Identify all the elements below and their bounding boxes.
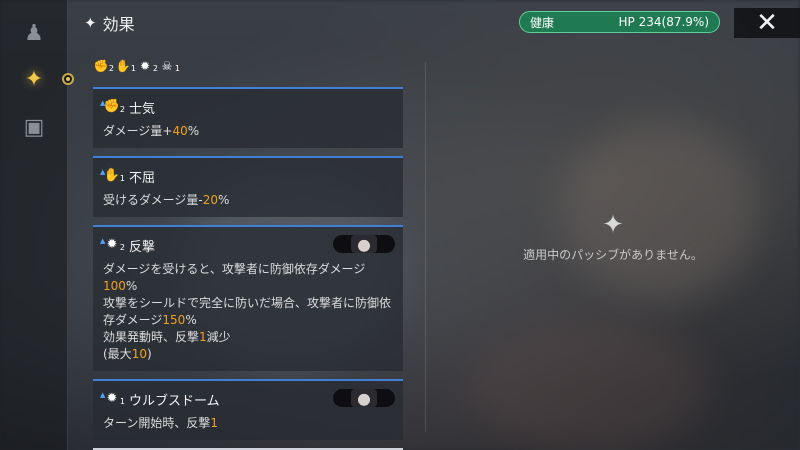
side-rail: ♟ ✦ ▣ <box>0 0 68 450</box>
effect-value: 20 <box>202 193 219 207</box>
summary-glyph: ☠ <box>161 59 173 73</box>
effect-text: ダメージを受けると、攻撃者に防御依存ダメージ <box>103 262 366 276</box>
effect-value: 10 <box>131 347 147 361</box>
hp-bar: 健康 HP 234(87.9%) <box>519 11 720 33</box>
effect-glyph: ✊ <box>103 99 121 114</box>
avatar <box>351 235 377 253</box>
morale-icon[interactable]: ✊ 2 <box>93 58 114 74</box>
effect-glyph: ✹ <box>106 237 118 252</box>
effect-name: ウルブスドーム <box>129 393 220 409</box>
hp-label: 健康 <box>530 15 555 30</box>
buff-up-icon: ▲ <box>100 168 106 176</box>
effect-summary: ✊ 2 ✋ 1 ✹ 2 ☠ 1 <box>93 58 180 74</box>
sparkle-icon[interactable]: ✦ <box>17 62 51 96</box>
summary-count: 1 <box>130 64 136 73</box>
effect-value: 40 <box>172 124 188 138</box>
effect-list[interactable]: ▲ ✊ 2 士気 ダメージ量+40% ▲ ✋ 1 不屈 受けるダメージ量-20% ▲ ✹ 2 反撃 ダメージ… <box>93 87 403 450</box>
effect-text: % <box>187 124 200 138</box>
active-indicator <box>62 73 74 85</box>
effect-text: 減少 <box>206 330 231 344</box>
empty-passive-message: 適用中のパッシブがありません。 <box>523 248 703 262</box>
summary-glyph: ✋ <box>115 59 131 73</box>
effect-card[interactable]: ▲ ✹ 1 ウルブスドーム ターン開始時、反撃1 <box>93 379 403 440</box>
effect-card-header: ▲ ✋ 1 不屈 <box>100 166 393 186</box>
effect-text: ターン開始時、反撃 <box>103 416 211 430</box>
effect-text: % <box>125 279 138 293</box>
effect-stack-count: 2 <box>119 243 125 252</box>
source-portrait[interactable] <box>333 235 395 253</box>
summary-count: 2 <box>108 64 114 73</box>
effect-description: ダメージ量+40% <box>103 123 393 140</box>
effect-stack-count: 1 <box>119 397 125 406</box>
effect-icon: ▲ ✊ 2 <box>100 98 125 116</box>
counter-icon[interactable]: ✹ 2 <box>137 58 158 74</box>
effect-text: % <box>218 193 230 207</box>
effect-icon: ▲ ✋ 1 <box>100 167 125 185</box>
effect-description: ダメージを受けると、攻撃者に防御依存ダメージ100% 攻撃をシールドで完全に防いだ… <box>103 261 393 363</box>
party-icon[interactable]: ♟ <box>17 16 51 50</box>
buff-up-icon: ▲ <box>100 237 106 245</box>
sparkle-icon: ✦ <box>602 210 624 240</box>
empty-passive-state: ✦ 適用中のパッシブがありません。 <box>426 210 800 263</box>
effect-stack-count: 2 <box>119 105 125 114</box>
effect-text: 攻撃をシールドで完全に防いだ場合、攻撃者に防御依存ダメージ <box>103 296 392 327</box>
effect-glyph: ✋ <box>103 168 121 183</box>
sparkle-icon: ✦ <box>84 14 97 32</box>
effect-name: 士気 <box>129 101 156 117</box>
page-title-text: 効果 <box>102 15 135 34</box>
close-button[interactable]: ✕ <box>734 8 800 38</box>
effect-icon: ▲ ✹ 1 <box>100 390 125 408</box>
cards-icon[interactable]: ▣ <box>17 110 51 144</box>
effect-value: 150 <box>162 313 186 327</box>
effect-text: 効果発動時、反撃 <box>103 330 200 344</box>
page-title: ✦ 効果 <box>84 11 135 35</box>
source-portrait[interactable] <box>333 389 395 407</box>
avatar <box>351 389 377 407</box>
summary-count: 1 <box>174 64 180 73</box>
hp-value: HP 234(87.9%) <box>618 15 709 29</box>
buff-up-icon: ▲ <box>100 99 106 107</box>
effect-icon: ▲ ✹ 2 <box>100 236 125 254</box>
effect-text: ダメージ量+ <box>103 124 173 138</box>
effect-name: 反撃 <box>129 239 156 255</box>
effect-value: 1 <box>210 416 219 430</box>
effect-name: 不屈 <box>129 170 156 186</box>
skull-icon[interactable]: ☠ 1 <box>159 58 180 74</box>
close-icon: ✕ <box>756 8 778 38</box>
effect-description: ターン開始時、反撃1 <box>103 415 393 432</box>
effect-text: % <box>185 313 197 327</box>
effect-description: 受けるダメージ量-20% <box>103 192 393 209</box>
effect-card[interactable]: ▲ ✋ 1 不屈 受けるダメージ量-20% <box>93 156 403 217</box>
effect-stack-count: 1 <box>119 174 125 183</box>
effect-card-header: ▲ ✊ 2 士気 <box>100 97 393 117</box>
effect-glyph: ✹ <box>106 391 118 406</box>
summary-glyph: ✹ <box>139 59 151 73</box>
summary-glyph: ✊ <box>93 59 109 73</box>
effect-value: 100 <box>103 279 126 293</box>
buff-up-icon: ▲ <box>100 391 106 399</box>
background-blob <box>470 320 710 450</box>
unyielding-icon[interactable]: ✋ 1 <box>115 58 136 74</box>
effect-text: ) <box>146 347 152 361</box>
effect-text: (最大 <box>103 347 132 361</box>
effect-card[interactable]: ▲ ✹ 2 反撃 ダメージを受けると、攻撃者に防御依存ダメージ100% 攻撃をシールドで完… <box>93 225 403 371</box>
effect-card[interactable]: ▲ ✊ 2 士気 ダメージ量+40% <box>93 87 403 148</box>
effect-value: 1 <box>199 330 207 344</box>
summary-count: 2 <box>152 64 158 73</box>
effect-text: 受けるダメージ量- <box>103 193 203 207</box>
